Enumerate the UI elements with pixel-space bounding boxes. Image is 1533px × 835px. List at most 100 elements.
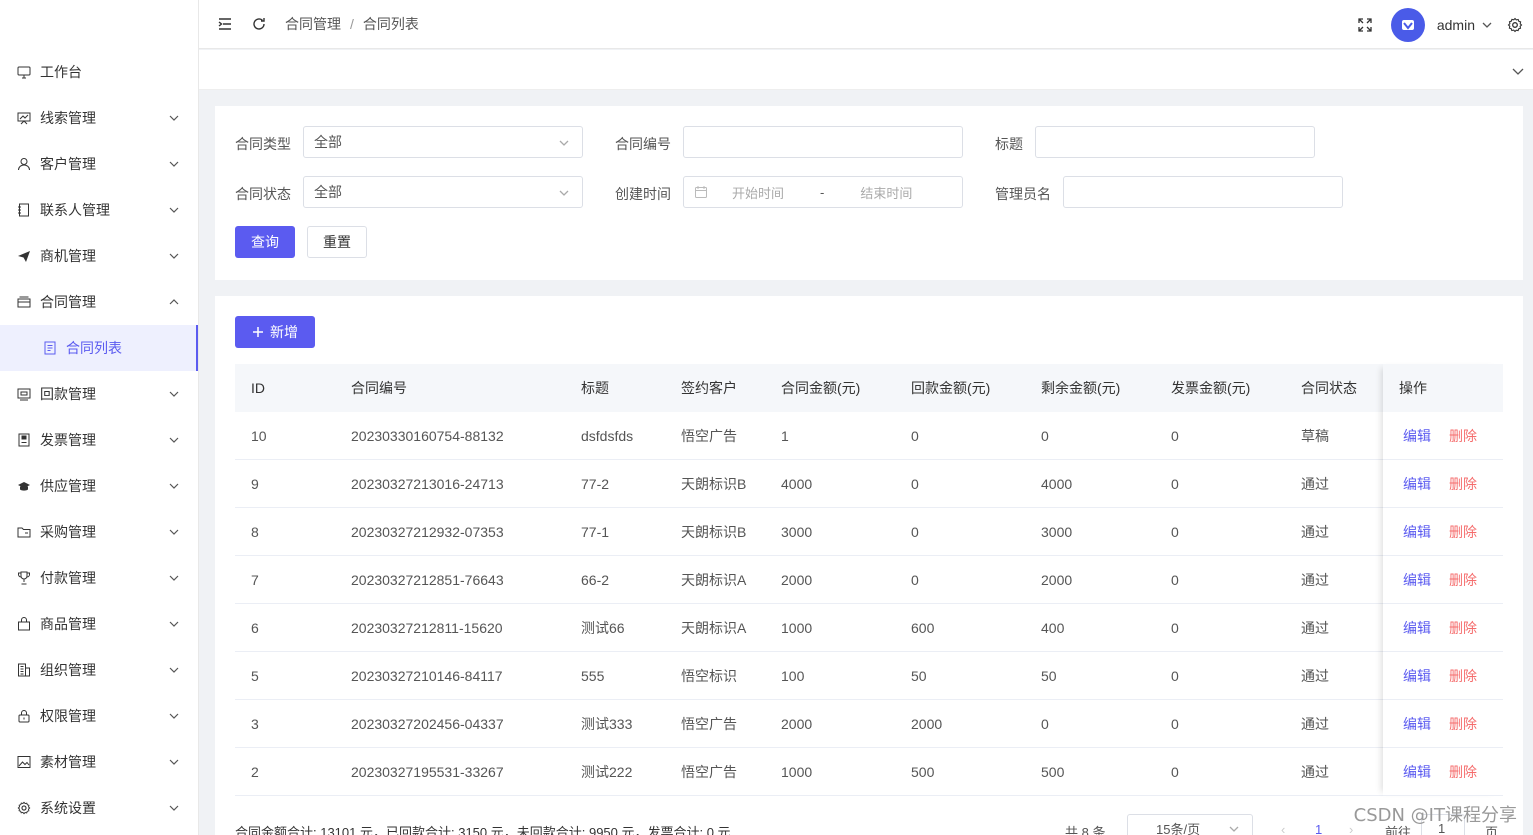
contract-no-label: 合同编号 [615,136,671,152]
end-time-placeholder[interactable]: 结束时间 [860,183,912,202]
prev-page-icon[interactable]: ‹ [1281,822,1285,835]
tags-chevron-down-icon[interactable] [1511,64,1525,78]
sidebar-item-label: 商品管理 [40,616,96,632]
invoice-icon [16,432,32,448]
table-cell: 0 [1171,427,1179,444]
sidebar-item-6[interactable]: 合同列表 [0,325,198,371]
page-size-select[interactable]: 15条/页 [1127,814,1253,835]
sidebar-item-label: 组织管理 [40,662,96,678]
table-cell: 9 [251,475,259,492]
table-cell: 通过 [1301,571,1329,588]
sidebar-item-5[interactable]: 合同管理 [0,279,198,325]
amount-summary: 合同金额合计: 13101 元，已回款合计: 3150 元，未回款合计: 995… [235,825,731,835]
table-cell: 0 [1171,475,1179,492]
sidebar-item-label: 素材管理 [40,754,96,770]
monitor-icon [16,64,32,80]
sidebar-item-2[interactable]: 客户管理 [0,141,198,187]
table-cell: 0 [1171,715,1179,732]
sidebar-item-12[interactable]: 商品管理 [0,601,198,647]
table-row: 7 20230327212851-76643 66-2 天朗标识A 2000 0 2000 0… [235,556,1503,604]
building-icon [16,662,32,678]
query-button[interactable]: 查询 [235,226,295,258]
table-cell: 4000 [781,475,813,492]
sidebar-item-label: 合同列表 [66,340,122,356]
user-menu[interactable]: admin [1437,17,1493,33]
table-cell: 3000 [1041,523,1073,540]
table-cell: 7 [251,571,259,588]
sidebar-item-7[interactable]: 回款管理 [0,371,198,417]
sidebar-item-label: 合同管理 [40,294,96,310]
contract-type-select[interactable]: 全部 [303,126,583,158]
table-cell: 10 [251,427,267,444]
column-header: 签约客户 [681,380,737,396]
sidebar-item-16[interactable]: 系统设置 [0,785,198,831]
breadcrumb: 合同管理 / 合同列表 [285,14,419,34]
sidebar-item-13[interactable]: 组织管理 [0,647,198,693]
search-panel: 合同类型 全部 合同编号 标题 合同状态 全部 创建时间 开始时间 - 结束时间… [215,106,1523,280]
reset-button[interactable]: 重置 [307,226,367,258]
page-number-current[interactable]: 1 [1315,822,1322,835]
sidebar-item-11[interactable]: 付款管理 [0,555,198,601]
table-cell: 1000 [781,763,813,780]
table-cell: 天朗标识B [681,475,747,492]
table-cell: 天朗标识B [681,523,747,540]
table-cell: 50 [1041,667,1057,684]
table-cell: 通过 [1301,475,1329,492]
sidebar-item-10[interactable]: 采购管理 [0,509,198,555]
table-cell: 20230327210146-84117 [351,667,503,684]
chevron-down-icon [1229,826,1239,832]
table-cell: 草稿 [1301,427,1329,444]
menu-fold-icon[interactable] [217,16,233,32]
table-cell: 4000 [1041,475,1073,492]
contract-status-select[interactable]: 全部 [303,176,583,208]
column-header: 标题 [581,380,609,396]
admin-name-input[interactable] [1063,176,1343,208]
contract-type-label: 合同类型 [235,136,291,152]
table-cell: dsfdsfds [581,427,634,444]
table-row: 3 20230327202456-04337 测试333 悟空广告 2000 2000 0 0… [235,700,1503,748]
add-button-label: 新增 [270,324,298,340]
add-button[interactable]: 新增 [235,316,315,348]
sidebar-item-9[interactable]: 供应管理 [0,463,198,509]
table-cell: 0 [911,475,919,492]
table-cell: 20230327212932-07353 [351,523,504,540]
sidebar-item-3[interactable]: 联系人管理 [0,187,198,233]
sidebar-item-label: 发票管理 [40,432,96,448]
table-cell: 2000 [911,715,943,732]
table-cell: 0 [1171,523,1179,540]
sidebar-item-4[interactable]: 商机管理 [0,233,198,279]
sidebar-item-15[interactable]: 素材管理 [0,739,198,785]
breadcrumb-item-contract-mgmt[interactable]: 合同管理 [285,14,341,34]
chevron-down-icon [169,483,179,489]
refresh-icon[interactable] [251,16,267,32]
column-header: ID [251,380,265,396]
table-cell: 0 [1171,571,1179,588]
column-header: 发票金额(元) [1171,380,1251,396]
table-cell: 6 [251,619,259,636]
contract-no-input[interactable] [683,126,963,158]
table-cell: 400 [1041,619,1065,636]
sidebar-item-0[interactable]: 工作台 [0,49,198,95]
total-count: 共 8 条 [1065,825,1106,835]
bag-icon [16,616,32,632]
created-time-range-picker[interactable]: 开始时间 - 结束时间 [683,176,963,208]
avatar[interactable] [1390,7,1425,42]
sidebar-item-label: 线索管理 [40,110,96,126]
folder-icon [16,524,32,540]
table-row: 10 20230330160754-88132 dsfdsfds 悟空广告 1 0 0 0 草稿… [235,412,1503,460]
settings-gear-icon[interactable] [1507,17,1523,33]
sidebar-item-label: 付款管理 [40,570,96,586]
lock-icon [16,708,32,724]
sidebar-item-label: 系统设置 [40,800,96,816]
sidebar-item-14[interactable]: 权限管理 [0,693,198,739]
fullscreen-icon[interactable] [1357,17,1373,33]
table-cell: 20230327212811-15620 [351,619,503,636]
table-cell: 测试333 [581,715,633,732]
title-input[interactable] [1035,126,1315,158]
payment-icon [16,386,32,402]
sidebar-item-1[interactable]: 线索管理 [0,95,198,141]
sidebar-item-8[interactable]: 发票管理 [0,417,198,463]
breadcrumb-item-contract-list: 合同列表 [362,16,419,32]
start-time-placeholder[interactable]: 开始时间 [732,183,784,202]
chevron-down-icon [1482,22,1492,28]
